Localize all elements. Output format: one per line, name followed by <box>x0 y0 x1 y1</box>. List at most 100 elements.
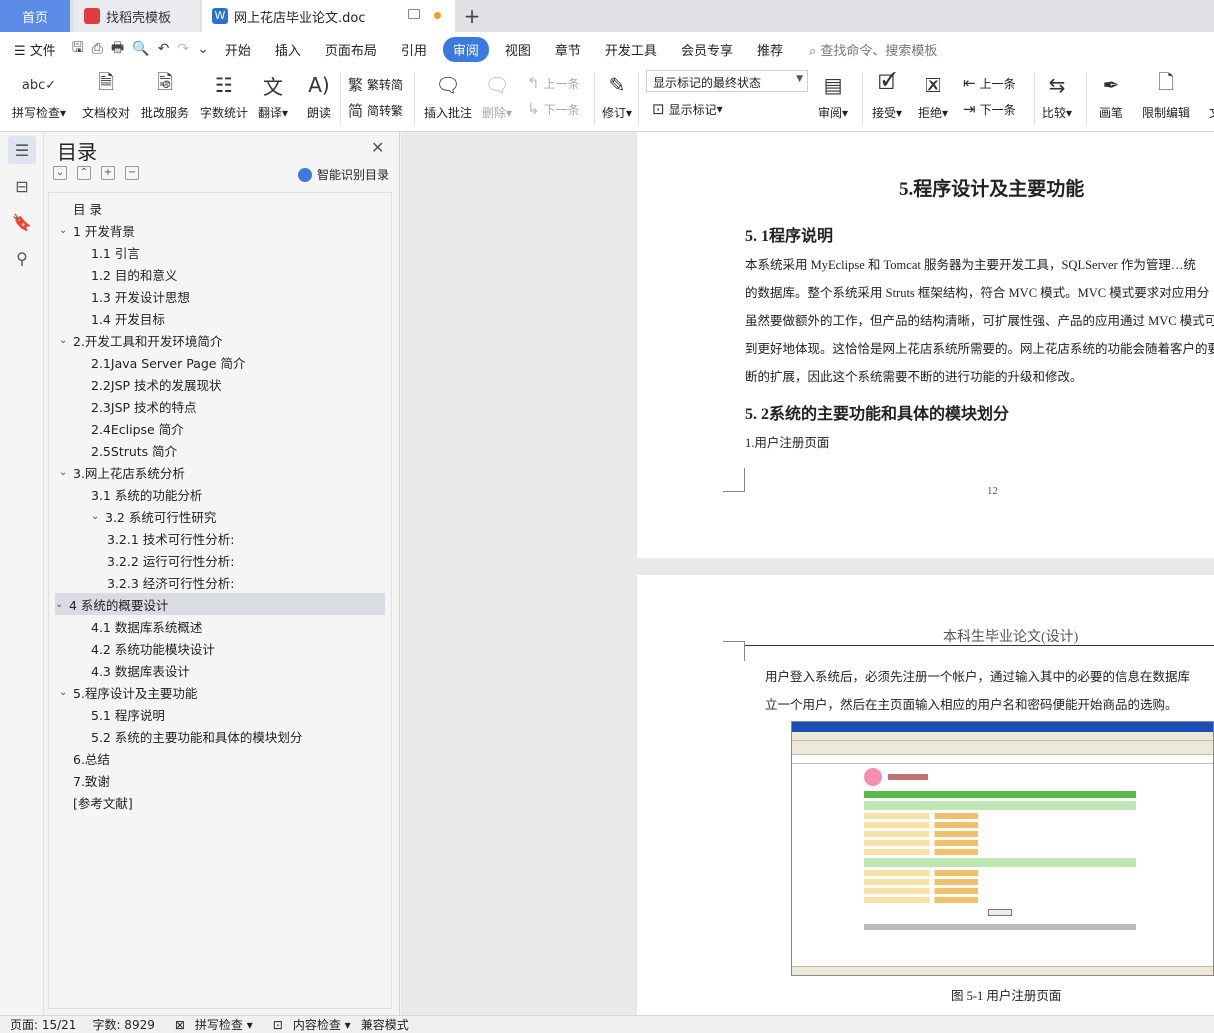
content-check-status[interactable]: ⊡ 内容检查 ▾ <box>263 1016 351 1033</box>
toc-item[interactable]: 7.致谢 <box>59 769 110 791</box>
menu-chapter[interactable]: 章节 <box>543 40 593 59</box>
expand-all-icon[interactable]: + <box>101 166 115 180</box>
redo-icon[interactable]: ↷ <box>173 41 193 57</box>
chevron-down-icon[interactable]: ⌄ <box>55 599 69 610</box>
toc-item[interactable]: 2.4Eclipse 简介 <box>91 417 184 439</box>
menu-member[interactable]: 会员专享 <box>669 40 745 59</box>
toc-item-label: 3.2.1 技术可行性分析: <box>107 531 235 547</box>
markup-state-select[interactable]: 显示标记的最终状态 ▼ <box>646 70 808 92</box>
save-icon[interactable]: 🖫 <box>68 37 88 61</box>
spell-check-button[interactable]: abc✓ 拼写检查▾ <box>12 70 66 121</box>
toc-item[interactable]: ⌄ 1 开发背景 <box>59 219 135 241</box>
trad-to-simp-button[interactable]: 繁繁转简 <box>348 74 403 95</box>
toc-item[interactable]: 1.1 引言 <box>91 241 140 263</box>
toc-panel-icon[interactable]: ☰ <box>8 136 36 164</box>
tab-document[interactable]: W 网上花店毕业论文.doc <box>202 0 455 32</box>
document-permission-button[interactable]: 文 <box>1200 70 1214 121</box>
menu-start[interactable]: 开始 <box>213 40 263 59</box>
chevron-down-icon[interactable]: ⌄ <box>59 335 73 346</box>
word-count-button[interactable]: ☷ 字数统计 <box>200 70 248 121</box>
file-menu[interactable]: ☰ 文件 <box>0 40 68 59</box>
toc-item[interactable]: 4.2 系统功能模块设计 <box>91 637 215 659</box>
insert-comment-button[interactable]: 🗨 插入批注 <box>424 70 472 121</box>
tab-home[interactable]: 首页 <box>0 0 70 32</box>
toc-item[interactable]: 6.总结 <box>59 747 110 769</box>
chevron-down-icon[interactable]: ⌄ <box>59 467 73 478</box>
restrict-edit-button[interactable]: 🗋 限制编辑 <box>1142 70 1190 121</box>
toc-item[interactable]: [参考文献] <box>59 791 133 813</box>
chevron-down-icon[interactable]: ⌄ <box>91 511 105 522</box>
collapse-up-icon[interactable]: ⌃ <box>77 166 91 180</box>
next-revision-button[interactable]: ⇥ 下一条 <box>963 100 1016 118</box>
chevron-down-icon[interactable]: ⌄ <box>59 687 73 698</box>
more-icon[interactable]: ⌄ <box>193 41 213 57</box>
toc-item[interactable]: 3.2.1 技术可行性分析: <box>107 527 235 549</box>
prev-revision-button[interactable]: ⇤ 上一条 <box>963 74 1016 92</box>
toc-item[interactable]: 5.1 程序说明 <box>91 703 165 725</box>
read-aloud-button[interactable]: A) 朗读 <box>304 70 334 121</box>
show-markup-button[interactable]: ⊡ 显示标记 ▾ <box>652 100 723 118</box>
toc-item[interactable]: 2.5Struts 简介 <box>91 439 177 461</box>
close-icon[interactable]: ✕ <box>371 138 384 157</box>
toc-item[interactable]: 2.3JSP 技术的特点 <box>91 395 197 417</box>
doc-proofread-button[interactable]: 🗎 文档校对 <box>82 70 130 121</box>
bookmark-icon[interactable]: 🔖 <box>8 208 36 236</box>
search-icon[interactable]: ⚲ <box>8 244 36 272</box>
menu-review[interactable]: 审阅 <box>442 36 489 62</box>
chapter-panel-icon[interactable]: ⊟ <box>8 172 36 200</box>
print-icon[interactable]: 🖶 <box>107 37 128 61</box>
toc-item-label: [参考文献] <box>73 795 133 811</box>
toc-item[interactable]: 3.1 系统的功能分析 <box>91 483 202 505</box>
page-indicator[interactable]: 页面: 15/21 <box>10 1016 76 1033</box>
toc-item[interactable]: ⌄ 4 系统的概要设计 <box>55 593 385 615</box>
pen-button[interactable]: ✒ 画笔 <box>1096 70 1126 121</box>
track-changes-button[interactable]: ✎ 修订▾ <box>602 70 632 121</box>
toc-item[interactable]: 2.1Java Server Page 简介 <box>91 351 245 373</box>
correction-service-button[interactable]: 🗟 批改服务 <box>141 70 189 121</box>
menu-developer[interactable]: 开发工具 <box>593 40 669 59</box>
reject-label: 拒绝 <box>918 106 943 120</box>
toc-item[interactable]: ⌄ 5.程序设计及主要功能 <box>59 681 197 703</box>
new-tab-button[interactable]: + <box>458 0 486 32</box>
toc-item[interactable]: 4.1 数据库系统概述 <box>91 615 202 637</box>
export-pdf-icon[interactable]: ⎙ <box>88 41 107 57</box>
review-pane-button[interactable]: ▤ 审阅▾ <box>818 70 848 121</box>
collapse-all-icon[interactable]: − <box>125 166 139 180</box>
reject-button[interactable]: 🗷 拒绝▾ <box>918 70 948 121</box>
compare-button[interactable]: ⇆ 比较▾ <box>1042 70 1072 121</box>
toc-item[interactable]: 5.2 系统的主要功能和具体的模块划分 <box>91 725 302 747</box>
menu-view[interactable]: 视图 <box>493 40 543 59</box>
expand-down-icon[interactable]: ⌄ <box>53 166 67 180</box>
prev-comment-button[interactable]: ↰ 上一条 <box>527 74 580 92</box>
spell-check-status[interactable]: ⊠ 拼写检查 ▾ <box>165 1016 253 1033</box>
tab-template[interactable]: 找稻壳模板 <box>74 0 200 32</box>
menu-references[interactable]: 引用 <box>389 40 439 59</box>
command-search[interactable]: ⌕ 查找命令、搜索模板 <box>809 40 937 59</box>
delete-comment-button[interactable]: 🗨 删除▾ <box>482 70 512 121</box>
toc-item[interactable]: 3.2.3 经济可行性分析: <box>107 571 235 593</box>
form-row <box>864 888 1136 894</box>
menu-layout[interactable]: 页面布局 <box>313 40 389 59</box>
toc-item[interactable]: 1.4 开发目标 <box>91 307 165 329</box>
menu-insert[interactable]: 插入 <box>263 40 313 59</box>
toc-item[interactable]: 3.2.2 运行可行性分析: <box>107 549 235 571</box>
accept-button[interactable]: 🗹 接受▾ <box>872 70 902 121</box>
toc-item[interactable]: ⌄ 3.网上花店系统分析 <box>59 461 185 483</box>
toc-item[interactable]: 目 录 <box>59 197 102 219</box>
undo-icon[interactable]: ↶ <box>154 41 174 57</box>
print-preview-icon[interactable]: 🔍 <box>128 41 153 57</box>
smart-toc-button[interactable]: 智能识别目录 <box>298 166 389 183</box>
toc-item[interactable]: ⌄ 2.开发工具和开发环境简介 <box>59 329 222 351</box>
chevron-down-icon[interactable]: ⌄ <box>59 225 73 236</box>
toc-item[interactable]: 4.3 数据库表设计 <box>91 659 190 681</box>
toc-item[interactable]: ⌄ 3.2 系统可行性研究 <box>91 505 216 527</box>
toc-item[interactable]: 2.2JSP 技术的发展现状 <box>91 373 222 395</box>
word-count-indicator[interactable]: 字数: 8929 <box>92 1016 154 1033</box>
toc-item[interactable]: 1.2 目的和意义 <box>91 263 177 285</box>
simp-to-trad-button[interactable]: 简简转繁 <box>348 100 403 121</box>
translate-button[interactable]: 文翻译▾ <box>258 70 288 121</box>
screen-icon[interactable] <box>408 9 420 19</box>
menu-recommend[interactable]: 推荐 <box>745 40 795 59</box>
next-comment-button[interactable]: ↳ 下一条 <box>527 100 580 118</box>
toc-item[interactable]: 1.3 开发设计思想 <box>91 285 190 307</box>
